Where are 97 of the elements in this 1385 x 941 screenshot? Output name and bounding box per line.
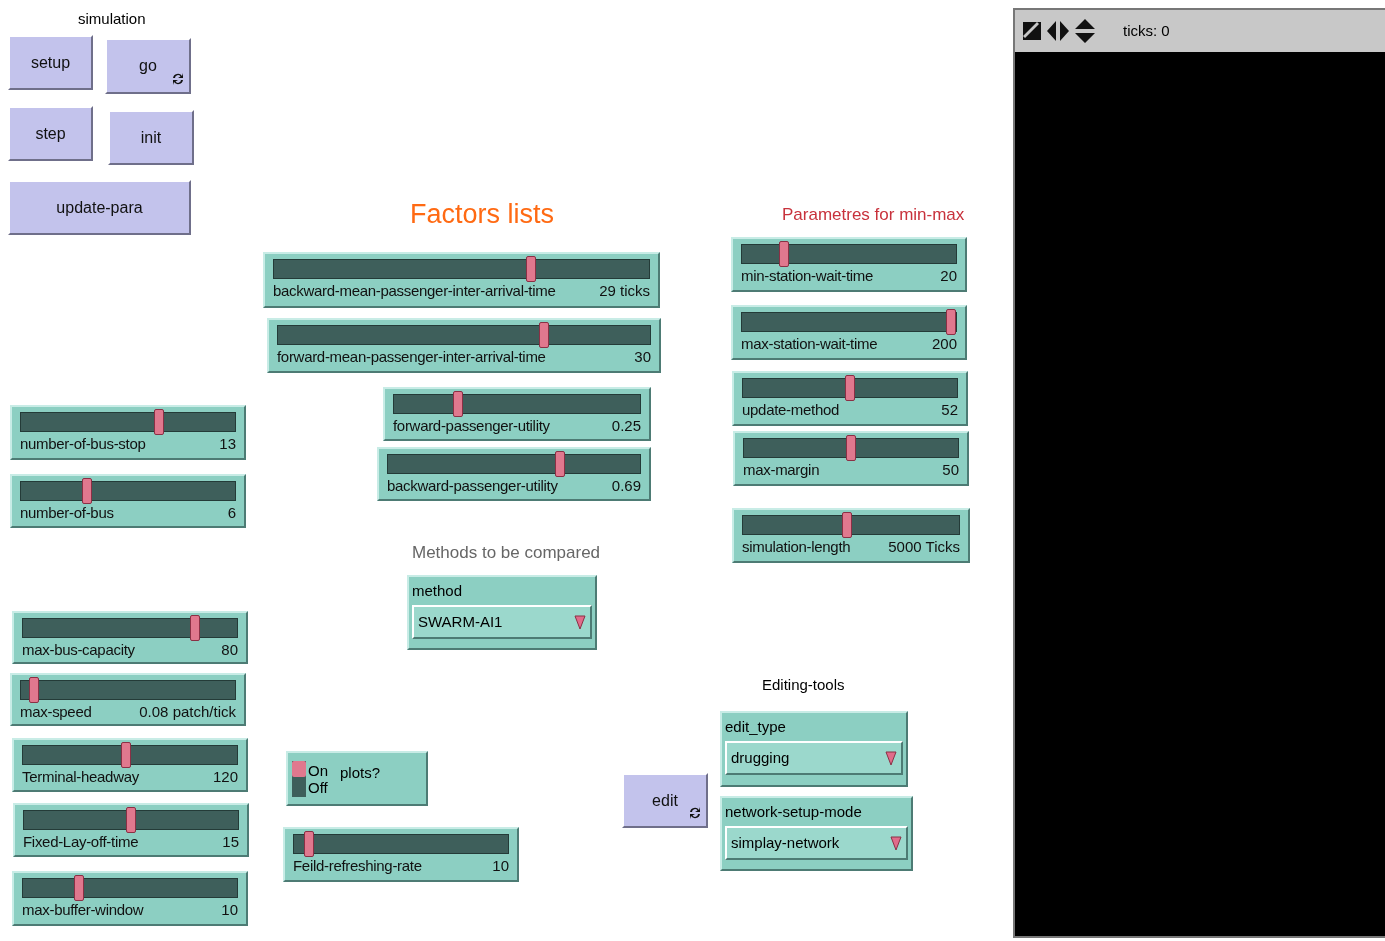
- slider-value: 5000 Ticks: [888, 538, 960, 556]
- slider-thumb[interactable]: [153, 409, 164, 435]
- slider-label: max-margin: [743, 461, 820, 479]
- slider-value: 52: [941, 401, 958, 419]
- widget-label: simulation: [78, 9, 146, 29]
- slider-value: 10: [221, 901, 238, 919]
- slider[interactable]: max-bus-capacity 80: [12, 611, 248, 664]
- chooser-label: method: [412, 581, 464, 601]
- slider-label: max-bus-capacity: [22, 641, 135, 659]
- slider-label: simulation-length: [742, 538, 851, 556]
- chooser-dropdown[interactable]: simplay-network: [725, 826, 908, 860]
- slider[interactable]: simulation-length 5000 Ticks: [732, 508, 970, 563]
- command-button[interactable]: init: [108, 110, 194, 165]
- command-button[interactable]: go: [105, 38, 191, 94]
- chooser-dropdown[interactable]: SWARM-AI1: [412, 605, 592, 639]
- slider-label: forward-passenger-utility: [393, 417, 550, 435]
- slider[interactable]: Terminal-headway 120: [12, 738, 248, 792]
- switch-label: plots?: [340, 763, 381, 784]
- slider-label: max-buffer-window: [22, 901, 144, 919]
- slider-label: max-speed: [20, 703, 92, 721]
- slider[interactable]: backward-passenger-utility 0.69: [377, 447, 651, 501]
- slider[interactable]: max-buffer-window 10: [12, 871, 248, 926]
- command-button[interactable]: setup: [8, 35, 93, 90]
- slider-thumb[interactable]: [525, 256, 536, 282]
- slider[interactable]: Feild-refreshing-rate 10: [283, 827, 519, 882]
- slider-thumb[interactable]: [778, 241, 789, 267]
- slider[interactable]: Fixed-Lay-off-time 15: [13, 803, 249, 857]
- command-button[interactable]: update-para: [8, 180, 191, 235]
- slider-thumb[interactable]: [841, 512, 852, 538]
- slider-label: number-of-bus-stop: [20, 435, 146, 453]
- switch-off-text: Off: [308, 778, 328, 796]
- slider[interactable]: min-station-wait-time 20: [731, 237, 967, 292]
- slider[interactable]: max-margin 50: [733, 431, 969, 486]
- slider-label: Terminal-headway: [22, 768, 139, 786]
- slider-value: 50: [942, 461, 959, 479]
- slider-value: 20: [940, 267, 957, 285]
- slider-value: 0.25: [611, 417, 641, 435]
- slider-thumb[interactable]: [453, 391, 463, 417]
- slider-label: min-station-wait-time: [741, 267, 874, 285]
- chooser-label: network-setup-mode: [725, 802, 863, 822]
- slider-thumb[interactable]: [304, 831, 315, 857]
- slider-value: 6: [227, 504, 236, 522]
- slider-value: 13: [219, 435, 236, 453]
- switch-on-text: On: [308, 761, 328, 779]
- slider[interactable]: backward-mean-passenger-inter-arrival-time 29 ticks: [263, 252, 660, 308]
- slider[interactable]: number-of-bus-stop 13: [10, 405, 246, 460]
- slider-value: 10: [492, 857, 509, 875]
- command-button[interactable]: step: [8, 106, 93, 161]
- slider-label: forward-mean-passenger-inter-arrival-time: [277, 348, 546, 366]
- slider-thumb[interactable]: [29, 677, 40, 703]
- slider-value: 30: [634, 348, 651, 366]
- widget-label: Parametres for min-max: [782, 204, 965, 226]
- slider-thumb[interactable]: [82, 478, 93, 504]
- switch-toggle[interactable]: [292, 760, 306, 797]
- vertical-arrows-icon: [1075, 19, 1095, 43]
- slider-thumb[interactable]: [538, 322, 549, 348]
- caret-icon: [574, 614, 586, 630]
- slider[interactable]: max-station-wait-time 200: [731, 305, 967, 360]
- slider-thumb[interactable]: [74, 875, 84, 901]
- slider-thumb[interactable]: [126, 807, 136, 833]
- widget-label: Editing-tools: [762, 675, 845, 695]
- widget-label: Methods to be compared: [412, 542, 601, 564]
- caret-icon: [890, 835, 902, 851]
- slider-thumb[interactable]: [845, 375, 855, 401]
- slider-thumb[interactable]: [554, 451, 565, 477]
- slider-label: Fixed-Lay-off-time: [23, 833, 139, 851]
- slider-value: 29 ticks: [599, 282, 650, 300]
- slider-value: 200: [931, 335, 957, 353]
- slider-thumb[interactable]: [190, 615, 201, 641]
- slider-label: Feild-refreshing-rate: [293, 857, 422, 875]
- slider-value: 80: [221, 641, 238, 659]
- slider-value: 0.08 patch/tick: [139, 703, 236, 721]
- slider[interactable]: max-speed 0.08 patch/tick: [10, 673, 246, 726]
- slider-thumb[interactable]: [846, 435, 856, 461]
- horizontal-arrows-icon: [1047, 21, 1069, 41]
- slider-value: 120: [212, 768, 238, 786]
- command-button[interactable]: edit: [622, 773, 708, 828]
- slider[interactable]: update-method 52: [732, 371, 968, 426]
- slider-label: backward-mean-passenger-inter-arrival-time: [273, 282, 556, 300]
- slider[interactable]: number-of-bus 6: [10, 474, 246, 528]
- slider[interactable]: forward-passenger-utility 0.25: [383, 387, 651, 441]
- slider-label: update-method: [742, 401, 839, 419]
- forever-icon: [689, 806, 701, 820]
- forever-icon: [172, 72, 184, 86]
- slider-value: 15: [222, 833, 239, 851]
- slider-thumb[interactable]: [946, 309, 956, 335]
- widget-label: Factors lists: [410, 198, 555, 231]
- slider-label: backward-passenger-utility: [387, 477, 558, 495]
- chooser-dropdown[interactable]: drugging: [725, 741, 903, 775]
- ticks-counter: ticks: 0: [1123, 20, 1170, 41]
- slider-label: max-station-wait-time: [741, 335, 878, 353]
- slider[interactable]: forward-mean-passenger-inter-arrival-time 30: [267, 318, 661, 373]
- slider-label: number-of-bus: [20, 504, 114, 522]
- caret-icon: [885, 750, 897, 766]
- slider-thumb[interactable]: [120, 742, 131, 768]
- chooser-label: edit_type: [725, 717, 787, 737]
- slider-value: 0.69: [611, 477, 641, 495]
